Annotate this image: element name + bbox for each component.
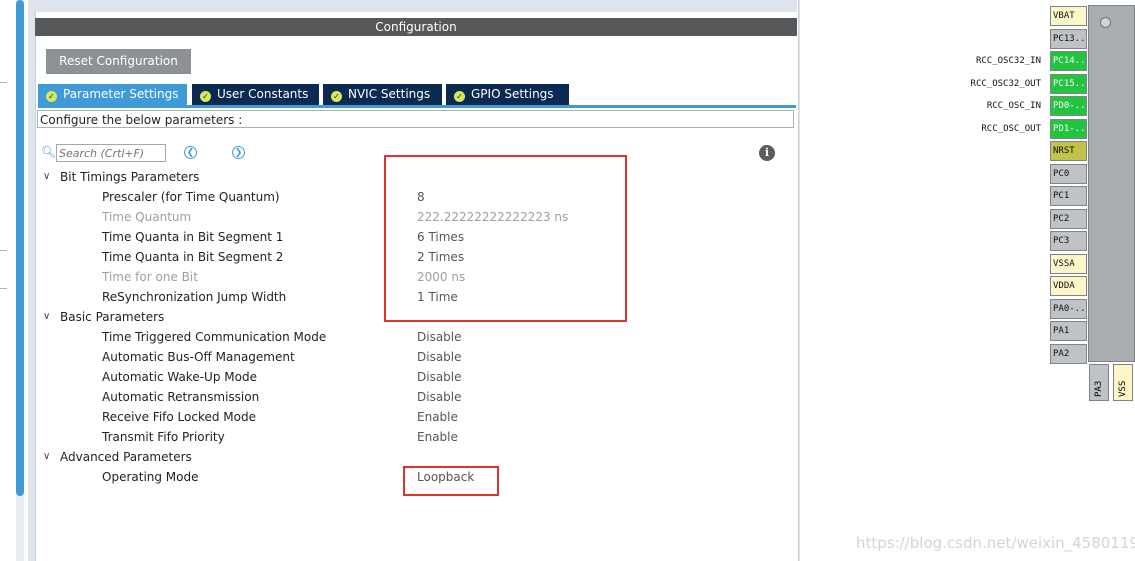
chip-pin-label: VSS [1118, 380, 1128, 397]
param-label: Time Quantum [102, 210, 192, 224]
pin1-marker [1100, 17, 1111, 28]
tab-label: Parameter Settings [63, 87, 179, 101]
pin-signal-label: RCC_OSC32_OUT [970, 79, 1041, 89]
param-value[interactable]: Disable [417, 387, 462, 407]
chip-pin[interactable]: PC14.. [1050, 51, 1087, 71]
param-row[interactable]: Automatic Bus-Off Management Disable [37, 347, 737, 367]
check-circle-icon: ✓ [46, 91, 57, 102]
group-label: Bit Timings Parameters [60, 170, 200, 184]
chip-pin[interactable]: PA0-.. [1050, 299, 1087, 319]
gutter-tick [0, 82, 7, 83]
chip-pin[interactable]: PA1 [1050, 321, 1087, 341]
param-label: Time Quanta in Bit Segment 1 [102, 230, 284, 244]
param-label: Operating Mode [102, 470, 199, 484]
chip-pin[interactable]: PC2 [1050, 209, 1087, 229]
chevron-down-icon[interactable]: ∨ [43, 167, 55, 187]
param-value[interactable]: Enable [417, 407, 458, 427]
param-row[interactable]: Automatic Wake-Up Mode Disable [37, 367, 737, 387]
chip-pin[interactable]: PC3 [1050, 231, 1087, 251]
search-icon[interactable]: 🔍︎ [41, 146, 56, 159]
tab-user-constants[interactable]: ✓ User Constants [192, 84, 319, 105]
param-row[interactable]: Automatic Retransmission Disable [37, 387, 737, 407]
tab-gpio-settings[interactable]: ✓ GPIO Settings [446, 84, 569, 105]
param-row[interactable]: Time Triggered Communication Mode Disable [37, 327, 737, 347]
param-label: Time Triggered Communication Mode [102, 330, 327, 344]
param-label: ReSynchronization Jump Width [102, 290, 287, 304]
check-circle-icon: ✓ [454, 91, 465, 102]
param-value[interactable]: Disable [417, 327, 462, 347]
chevron-right-icon[interactable]: ❯ [232, 146, 245, 159]
search-input[interactable] [56, 144, 166, 162]
gutter-tick [0, 288, 7, 289]
param-label: Time for one Bit [102, 270, 198, 284]
param-label: Time Quanta in Bit Segment 2 [102, 250, 284, 264]
chevron-left-icon[interactable]: ❮ [184, 146, 197, 159]
param-label: Automatic Wake-Up Mode [102, 370, 257, 384]
chip-pin[interactable]: PC0 [1050, 164, 1087, 184]
chip-pin[interactable]: VSS [1113, 364, 1133, 401]
parameters-description: Configure the below parameters : [37, 110, 794, 128]
group-header-advanced[interactable]: ∨ Advanced Parameters [37, 447, 737, 467]
chip-pin[interactable]: VSSA [1050, 254, 1087, 274]
info-icon[interactable]: i [759, 145, 775, 161]
param-row[interactable]: Receive Fifo Locked Mode Enable [37, 407, 737, 427]
check-circle-icon: ✓ [200, 91, 211, 102]
param-row[interactable]: Transmit Fifo Priority Enable [37, 427, 737, 447]
chip-pin[interactable]: VBAT [1050, 6, 1087, 26]
chip-pin[interactable]: PD0-.. [1050, 96, 1087, 116]
param-value[interactable]: Disable [417, 367, 462, 387]
pin-signal-label: RCC_OSC_OUT [981, 124, 1041, 134]
chip-pin[interactable]: PA3 [1089, 364, 1109, 401]
tab-label: GPIO Settings [471, 87, 554, 101]
tab-underline [38, 105, 796, 108]
tab-label: NVIC Settings [348, 87, 431, 101]
param-value[interactable]: Disable [417, 347, 462, 367]
highlight-box-bit-timings [384, 155, 627, 322]
chip-pin[interactable]: NRST [1050, 141, 1087, 161]
panel-top-strip [35, 0, 797, 12]
mcu-chip-body [1088, 5, 1135, 362]
param-label: Prescaler (for Time Quantum) [102, 190, 280, 204]
tab-label: User Constants [217, 87, 309, 101]
chevron-down-icon[interactable]: ∨ [43, 307, 55, 327]
pin-signal-label: RCC_OSC32_IN [975, 56, 1041, 66]
chip-pin[interactable]: PA2 [1050, 344, 1087, 364]
chip-pin-label: PA3 [1094, 380, 1104, 397]
chip-pin[interactable]: PC13.. [1050, 29, 1087, 49]
chip-pin[interactable]: PC1 [1050, 186, 1087, 206]
chip-pin[interactable]: PD1-.. [1050, 119, 1087, 139]
group-label: Basic Parameters [60, 310, 165, 324]
chevron-down-icon[interactable]: ∨ [43, 447, 55, 467]
param-label: Automatic Bus-Off Management [102, 350, 295, 364]
pin-signal-label: RCC_OSC_IN [986, 101, 1041, 111]
tab-nvic-settings[interactable]: ✓ NVIC Settings [323, 84, 442, 105]
scrollbar-thumb[interactable] [16, 0, 24, 496]
param-label: Automatic Retransmission [102, 390, 260, 404]
panel-title: Configuration [35, 18, 797, 36]
param-label: Receive Fifo Locked Mode [102, 410, 256, 424]
reset-configuration-button[interactable]: Reset Configuration [46, 49, 191, 74]
chip-pin[interactable]: PC15.. [1050, 74, 1087, 94]
chip-pin[interactable]: VDDA [1050, 276, 1087, 296]
check-circle-icon: ✓ [331, 91, 342, 102]
watermark: https://blog.csdn.net/weixin_45801198 [856, 534, 1135, 552]
tab-parameter-settings[interactable]: ✓ Parameter Settings [38, 84, 187, 105]
group-label: Advanced Parameters [60, 450, 192, 464]
highlight-box-operating-mode [403, 466, 499, 496]
param-row[interactable]: Operating Mode Loopback [37, 467, 737, 487]
param-value[interactable]: Enable [417, 427, 458, 447]
param-label: Transmit Fifo Priority [102, 430, 225, 444]
gutter-tick [0, 250, 7, 251]
